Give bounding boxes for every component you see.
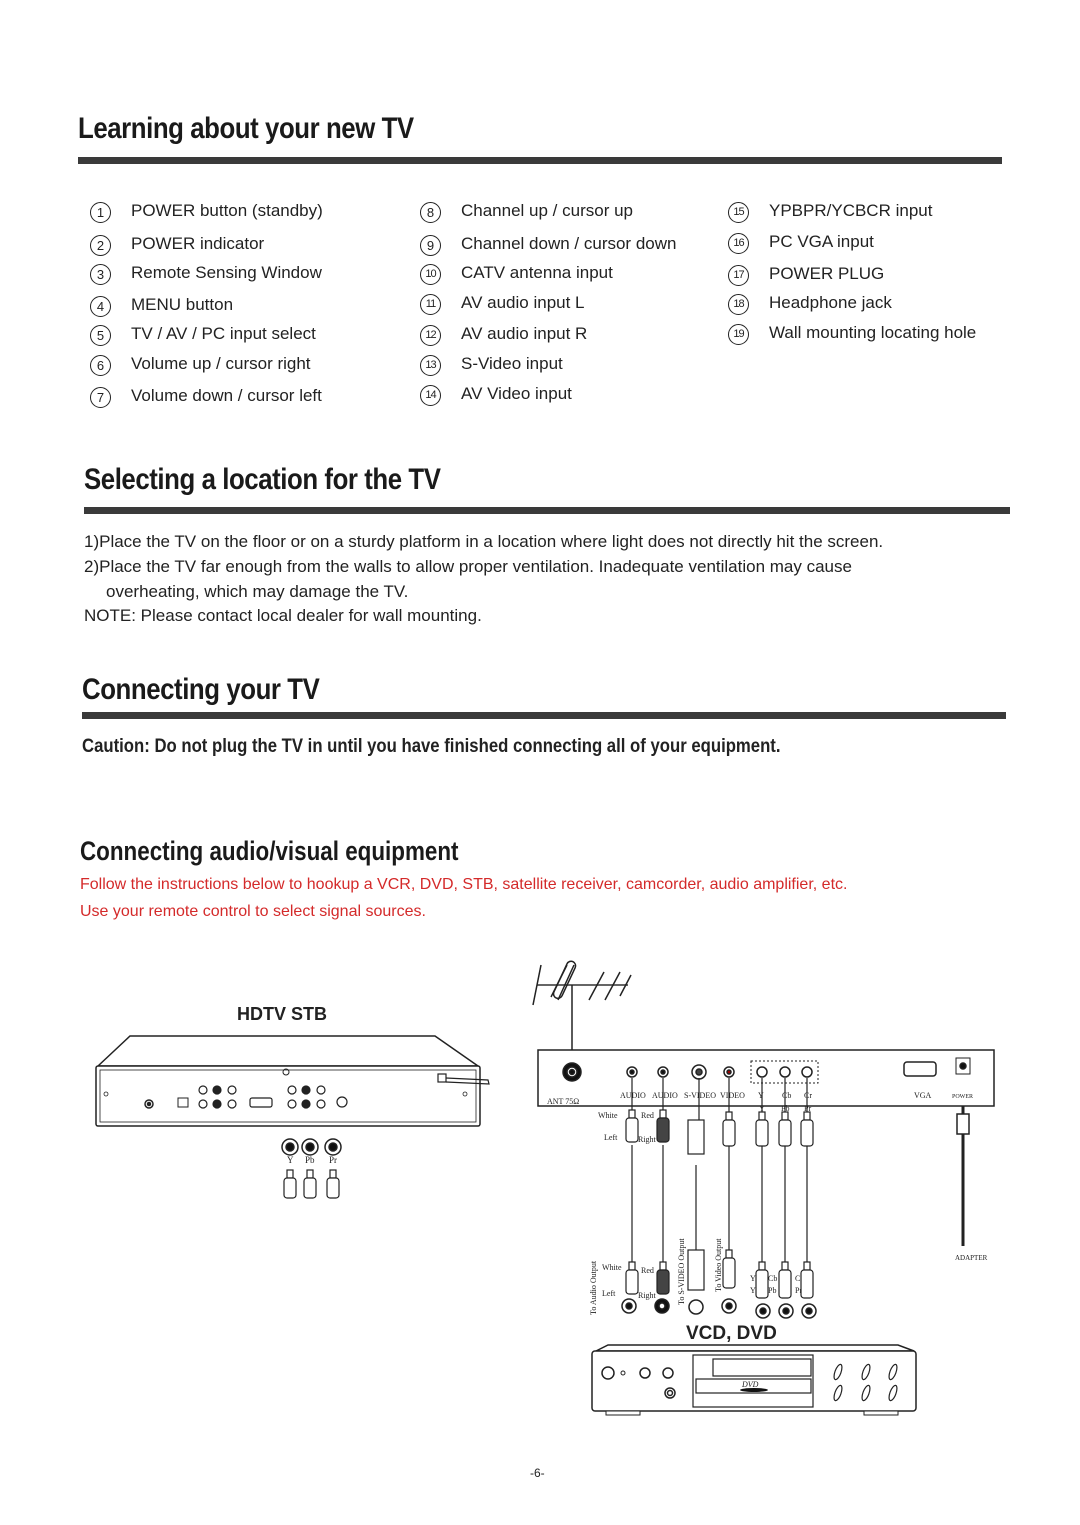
tv-port-label: POWER [952,1094,973,1100]
svg-text:Y: Y [750,1286,756,1295]
rca-plug-icon [326,1169,340,1199]
tv-port-label: Cr [804,1091,812,1100]
to-audio-label: To Audio Output [589,1260,598,1315]
ant-label: ANT 75Ω [547,1097,579,1106]
tv-port-label: VIDEO [720,1091,745,1100]
white-label: White [598,1111,618,1120]
dvd-right: Right [638,1291,657,1300]
svg-text:Pb: Pb [768,1286,776,1295]
rca-plug-icon [778,1261,792,1299]
rca-plug-icon [656,1109,670,1143]
svideo-plug-icon [687,1119,705,1155]
rca-plug-icon [303,1169,317,1199]
hdtv-stb-device [95,1035,490,1127]
svideo-plug-icon [687,1249,705,1291]
dvd-left: Left [602,1289,616,1298]
to-svideo-label: To S-VIDEO Output [677,1238,686,1305]
antenna-icon [532,960,632,1062]
svg-text:Y: Y [750,1274,756,1283]
rca-plug-icon [283,1169,297,1199]
red-label: Red [641,1111,654,1120]
rca-plug-icon [722,1249,736,1289]
tv-port-label: AUDIO [620,1091,646,1100]
tv-port-label: Cb [782,1091,791,1100]
plug-pr: Pr [804,1104,811,1113]
tv-port-label: Y [758,1091,764,1100]
tv-port-label: S-VIDEO [684,1091,716,1100]
left-label: Left [604,1133,618,1142]
to-video-label: To Video Output [714,1238,723,1292]
adapter-label: ADAPTER [955,1254,988,1262]
connection-diagram: Y Pb Pr ANT 75Ω AUDIO AUDIO S-VIDEO VIDEO Y C… [95,960,995,1416]
page-number: -6- [530,1466,545,1480]
stb-out-pr: Pr [329,1155,337,1165]
rca-plug-icon [625,1109,639,1143]
stb-out-y: Y [287,1155,294,1165]
plug-pb: Pb [781,1104,789,1113]
rca-plug-icon [755,1111,769,1147]
right-label: Right [638,1135,657,1144]
stb-out-pb: Pb [305,1155,315,1165]
rca-plug-icon [800,1111,814,1147]
dvd-logo: DVD [741,1380,759,1389]
vcd-dvd-label: VCD, DVD [686,1323,777,1344]
rca-plug-icon [800,1261,814,1299]
tv-port-label: AUDIO [652,1091,678,1100]
rca-plug-icon [722,1111,736,1147]
rca-plug-icon [755,1261,769,1299]
dvd-white: White [602,1263,622,1272]
rca-plug-icon [656,1261,670,1295]
rca-plug-icon [625,1261,639,1295]
tv-port-label: VGA [914,1091,932,1100]
plug-y: Y [759,1104,765,1113]
svg-text:Cb: Cb [768,1274,777,1283]
dvd-red: Red [641,1266,654,1275]
rca-plug-icon [778,1111,792,1147]
dvd-output-jacks [621,1298,817,1319]
stb-component-jacks [281,1138,342,1156]
